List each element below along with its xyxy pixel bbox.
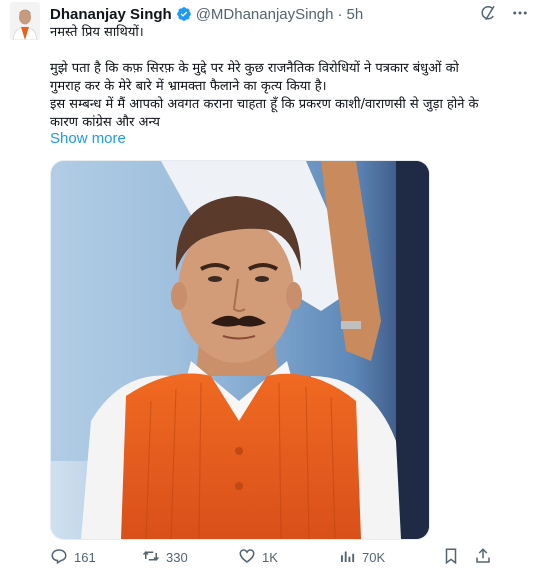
views-chart-icon [338,547,356,568]
views-count: 70K [362,549,386,565]
author-name[interactable]: Dhananjay Singh [50,6,172,23]
separator-dot: · [337,5,343,23]
share-icon [474,547,492,568]
tweet-actions: 161 330 1K 70K [50,546,520,568]
timestamp[interactable]: 5h [347,6,364,23]
reply-icon [50,547,68,568]
like-count: 1K [262,549,278,565]
tweet-header: Dhananjay Singh @MDhananjaySingh · 5h [50,4,529,24]
reply-count: 161 [74,549,96,565]
more-horizontal-icon[interactable] [511,4,529,22]
verified-badge-icon [176,6,192,22]
grok-icon[interactable] [479,4,497,22]
avatar[interactable] [10,2,40,40]
show-more-link[interactable]: Show more [50,130,126,147]
heart-icon [238,547,256,568]
share-button[interactable] [474,547,506,568]
views-button[interactable]: 70K [338,547,442,568]
tweet-photo[interactable] [50,160,430,540]
tweet-text: नमस्ते प्रिय साथियों। मुझे पता है कि कफ़… [50,24,526,132]
repost-count: 330 [166,549,188,565]
repost-button[interactable]: 330 [142,547,238,568]
tweet[interactable]: Dhananjay Singh @MDhananjaySingh · 5h नम… [0,0,539,573]
reply-button[interactable]: 161 [50,547,142,568]
tweet-text-line: नमस्ते प्रिय साथियों। [50,25,144,40]
author-handle[interactable]: @MDhananjaySingh [196,6,334,23]
tweet-text-line: इस सम्बन्ध में मैं आपको अवगत कराना चाहता… [50,97,479,112]
tweet-text-line: गुमराह कर के मेरे बारे में भ्रामक्ता फैल… [50,79,327,94]
header-actions [479,4,529,22]
bookmark-icon [442,547,460,568]
like-button[interactable]: 1K [238,547,338,568]
bookmark-button[interactable] [442,547,474,568]
tweet-text-line: मुझे पता है कि कफ़ सिरफ़ के मुद्दे पर मे… [50,61,459,76]
repost-icon [142,547,160,568]
